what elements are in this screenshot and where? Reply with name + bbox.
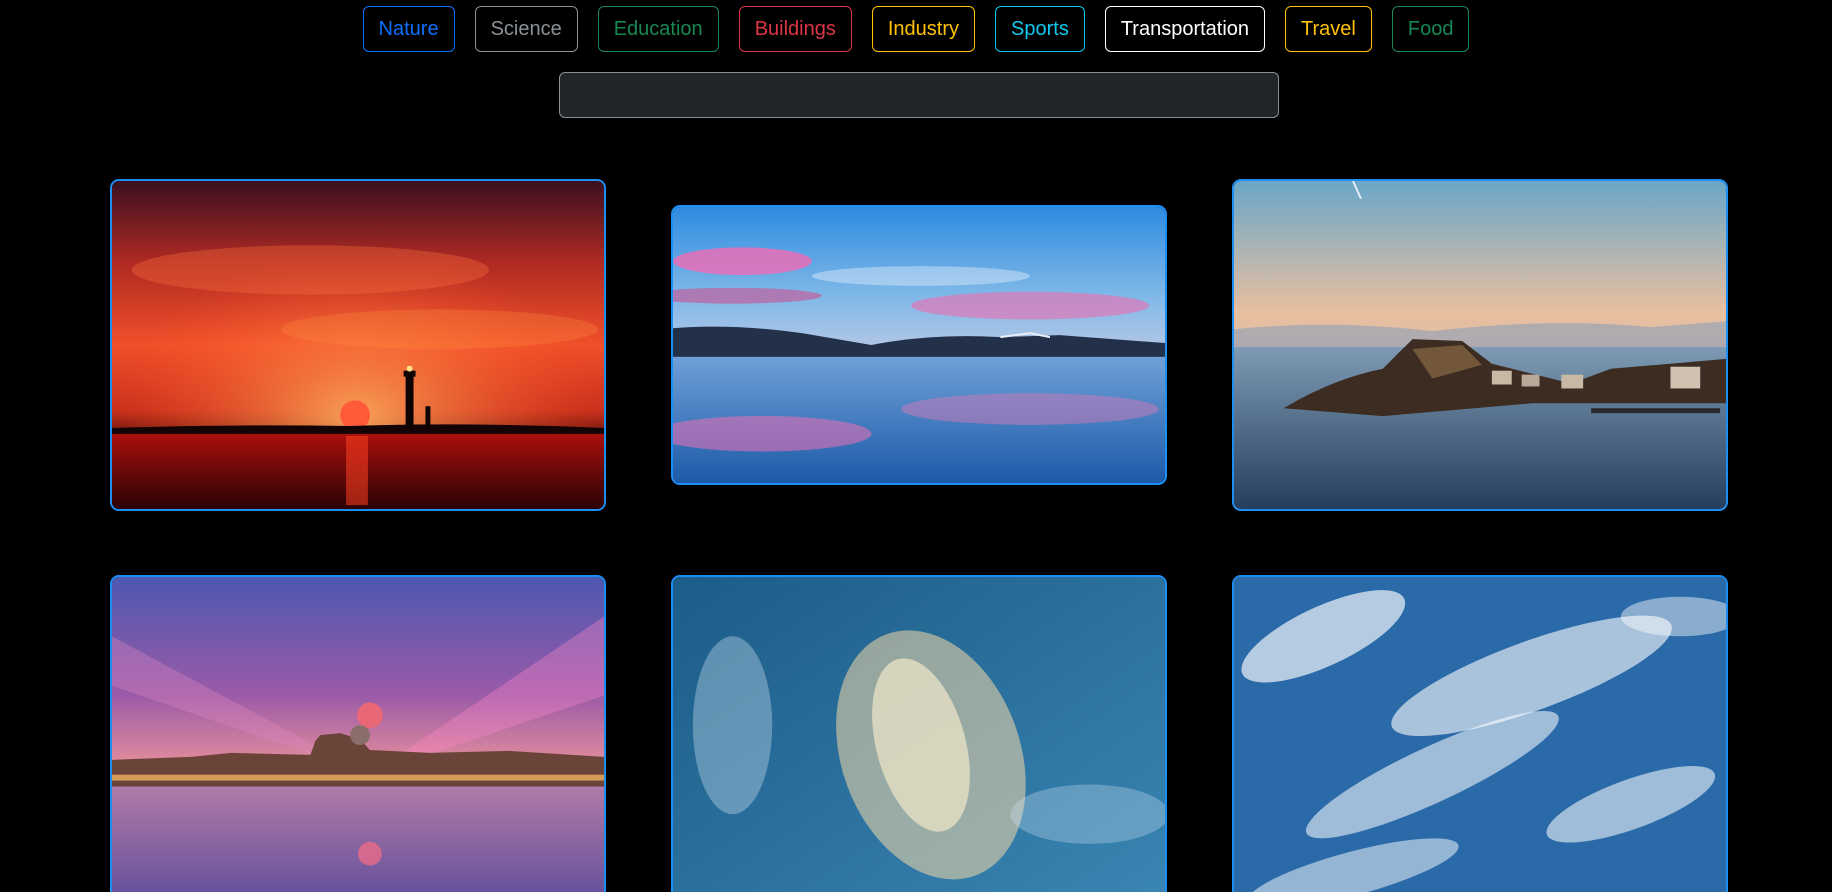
category-button-buildings[interactable]: Buildings <box>738 6 852 52</box>
category-button-industry[interactable]: Industry <box>871 6 976 52</box>
category-button-nature[interactable]: Nature <box>362 6 455 52</box>
image-card[interactable] <box>671 575 1167 892</box>
image-card[interactable] <box>1232 179 1728 511</box>
lake-reflection-image <box>673 207 1165 483</box>
cirrus-clouds-image <box>673 577 1165 892</box>
category-button-transportation[interactable]: Transportation <box>1104 6 1266 52</box>
image-card[interactable] <box>110 179 606 511</box>
wispy-clouds-image <box>1234 577 1726 892</box>
city-moon-reflection-image <box>112 577 604 892</box>
category-filter-bar: Nature Science Education Buildings Indus… <box>0 6 1832 52</box>
gallery-page: Nature Science Education Buildings Indus… <box>0 0 1832 892</box>
search-input[interactable] <box>559 72 1279 118</box>
sunset-lighthouse-image <box>112 181 604 509</box>
category-button-science[interactable]: Science <box>474 6 578 52</box>
category-button-education[interactable]: Education <box>597 6 719 52</box>
image-card[interactable] <box>110 575 606 892</box>
coastal-island-image <box>1234 181 1726 509</box>
category-button-travel[interactable]: Travel <box>1285 6 1372 52</box>
category-button-sports[interactable]: Sports <box>995 6 1085 52</box>
image-card[interactable] <box>1232 575 1728 892</box>
image-card[interactable] <box>671 205 1167 485</box>
category-button-food[interactable]: Food <box>1391 6 1470 52</box>
